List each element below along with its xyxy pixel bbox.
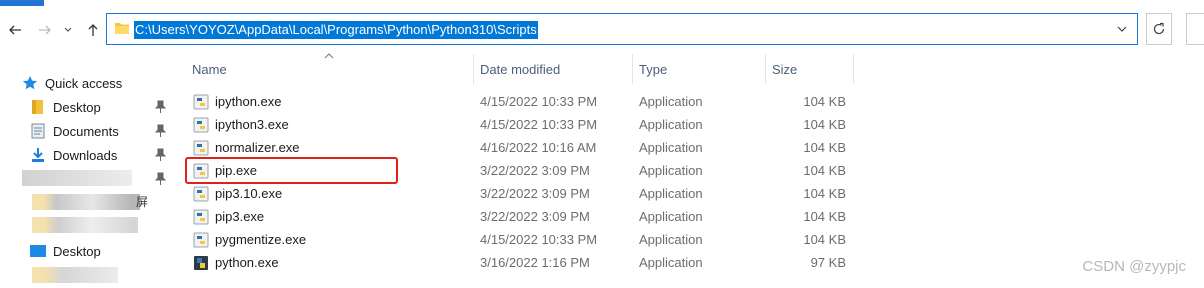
- downloads-icon: [30, 147, 46, 163]
- python-app-icon: [193, 186, 209, 202]
- file-row-python[interactable]: python.exe 3/16/2022 1:16 PM Application…: [190, 252, 856, 274]
- address-bar[interactable]: C:\Users\YOYOZ\AppData\Local\Programs\Py…: [106, 13, 1138, 45]
- file-date: 3/22/2022 3:09 PM: [480, 186, 590, 201]
- documents-icon: [30, 123, 46, 139]
- search-box[interactable]: [1186, 13, 1204, 45]
- file-size: 104 KB: [803, 186, 846, 201]
- file-date: 3/16/2022 1:16 PM: [480, 255, 590, 270]
- python-app-icon: [193, 209, 209, 225]
- file-name: python.exe: [215, 255, 279, 270]
- pin-icon[interactable]: [154, 100, 166, 114]
- nav-quick-access-label: Quick access: [45, 75, 123, 91]
- file-date: 3/22/2022 3:09 PM: [480, 209, 590, 224]
- file-type: Application: [639, 209, 703, 224]
- arrow-left-icon: [9, 25, 21, 35]
- column-header-type[interactable]: Type: [639, 62, 667, 78]
- file-row-ipython3[interactable]: ipython3.exe 4/15/2022 10:33 PM Applicat…: [190, 114, 856, 136]
- star-icon: [22, 75, 38, 91]
- file-date: 4/15/2022 10:33 PM: [480, 117, 598, 132]
- file-size: 104 KB: [803, 232, 846, 247]
- recent-locations-button[interactable]: [62, 21, 74, 39]
- forward-button[interactable]: [36, 21, 54, 39]
- file-date: 3/22/2022 3:09 PM: [480, 163, 590, 178]
- file-name: normalizer.exe: [215, 140, 300, 155]
- file-size: 104 KB: [803, 163, 846, 178]
- highlight-annotation-box: [185, 157, 398, 184]
- redacted-nav-item[interactable]: [32, 267, 118, 283]
- file-date: 4/16/2022 10:16 AM: [480, 140, 597, 155]
- file-name: ipython.exe: [215, 94, 282, 109]
- column-divider[interactable]: [765, 54, 766, 84]
- python-logo-icon: [194, 256, 208, 270]
- chevron-down-icon: [64, 27, 72, 32]
- nav-item-documents[interactable]: Documents: [30, 121, 119, 141]
- up-button[interactable]: [84, 21, 102, 39]
- file-row-pygmentize[interactable]: pygmentize.exe 4/15/2022 10:33 PM Applic…: [190, 229, 856, 251]
- refresh-button[interactable]: [1146, 13, 1172, 45]
- pin-icon[interactable]: [154, 148, 166, 162]
- file-name: ipython3.exe: [215, 117, 289, 132]
- file-type: Application: [639, 232, 703, 247]
- sort-ascending-icon: [324, 53, 334, 59]
- file-type: Application: [639, 140, 703, 155]
- file-type: Application: [639, 186, 703, 201]
- chevron-down-icon[interactable]: [1115, 22, 1129, 36]
- address-path[interactable]: C:\Users\YOYOZ\AppData\Local\Programs\Py…: [134, 21, 538, 39]
- file-row-pip3[interactable]: pip3.exe 3/22/2022 3:09 PM Application 1…: [190, 206, 856, 228]
- arrow-up-icon: [88, 24, 98, 36]
- file-type: Application: [639, 163, 703, 178]
- file-name: pygmentize.exe: [215, 232, 307, 247]
- back-button[interactable]: [6, 21, 24, 39]
- nav-item-downloads[interactable]: Downloads: [30, 145, 117, 165]
- window-top-strip: [0, 0, 1204, 6]
- file-type: Application: [639, 94, 703, 109]
- folder-desktop-icon: [30, 99, 46, 115]
- nav-quick-access[interactable]: Quick access: [22, 73, 122, 93]
- nav-item-label: Downloads: [53, 147, 118, 163]
- redacted-nav-item[interactable]: [22, 170, 132, 186]
- python-app-icon: [193, 117, 209, 133]
- file-row-pip310[interactable]: pip3.10.exe 3/22/2022 3:09 PM Applicatio…: [190, 183, 856, 205]
- file-date: 4/15/2022 10:33 PM: [480, 94, 598, 109]
- nav-item-label: Desktop: [53, 243, 101, 259]
- folder-icon: [115, 23, 129, 34]
- partial-nav-label: 屏: [136, 195, 149, 209]
- column-divider[interactable]: [853, 54, 854, 84]
- file-size: 104 KB: [803, 117, 846, 132]
- ribbon-file-tab-accent[interactable]: [0, 0, 44, 6]
- python-app-icon: [193, 140, 209, 156]
- nav-item-desktop-2[interactable]: Desktop: [30, 241, 101, 261]
- redacted-nav-item[interactable]: [32, 194, 140, 210]
- pin-icon[interactable]: [154, 124, 166, 138]
- file-size: 104 KB: [803, 140, 846, 155]
- file-name: pip3.10.exe: [215, 186, 283, 201]
- refresh-icon: [1153, 22, 1165, 35]
- column-header-name[interactable]: Name: [192, 62, 227, 78]
- column-divider[interactable]: [632, 54, 633, 84]
- python-app-icon: [193, 232, 209, 248]
- pin-icon[interactable]: [154, 172, 166, 186]
- nav-item-desktop[interactable]: Desktop: [30, 97, 101, 117]
- file-name: pip3.exe: [215, 209, 265, 224]
- file-type: Application: [639, 117, 703, 132]
- redacted-nav-item[interactable]: [32, 217, 138, 233]
- column-divider[interactable]: [473, 54, 474, 84]
- nav-item-label: Desktop: [53, 99, 101, 115]
- nav-item-label: Documents: [53, 123, 119, 139]
- file-row-normalizer[interactable]: normalizer.exe 4/16/2022 10:16 AM Applic…: [190, 137, 856, 159]
- python-app-icon: [193, 94, 209, 110]
- file-row-ipython[interactable]: ipython.exe 4/15/2022 10:33 PM Applicati…: [190, 91, 856, 113]
- column-header-date[interactable]: Date modified: [480, 62, 560, 78]
- desktop-icon: [30, 243, 46, 259]
- file-size: 97 KB: [810, 255, 846, 270]
- file-size: 104 KB: [803, 209, 846, 224]
- file-size: 104 KB: [803, 94, 846, 109]
- arrow-right-icon: [39, 25, 51, 35]
- column-header-size[interactable]: Size: [772, 62, 797, 78]
- watermark-text: CSDN @zyypjc: [1082, 258, 1186, 275]
- file-type: Application: [639, 255, 703, 270]
- file-date: 4/15/2022 10:33 PM: [480, 232, 598, 247]
